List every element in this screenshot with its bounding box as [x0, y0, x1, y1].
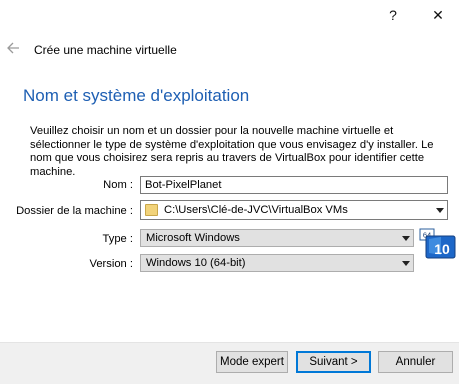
intro-text: Veuillez choisir un nom et un dossier po… — [30, 125, 434, 178]
cancel-label: Annuler — [395, 356, 436, 368]
version-select[interactable]: Windows 10 (64-bit) — [140, 254, 414, 272]
type-select[interactable]: Microsoft Windows — [140, 229, 414, 247]
version-label: Version : — [89, 258, 133, 270]
back-arrow-icon[interactable] — [6, 40, 20, 56]
help-button[interactable]: ? — [378, 2, 408, 28]
next-label: Suivant > — [309, 356, 358, 368]
chevron-down-icon — [399, 255, 413, 271]
folder-icon — [145, 204, 158, 216]
chevron-down-icon — [399, 230, 413, 246]
type-value: Microsoft Windows — [146, 232, 240, 244]
os-version-label: 10 — [434, 241, 450, 257]
folder-label: Dossier de la machine : — [16, 205, 133, 217]
expert-mode-label: Mode expert — [220, 356, 284, 368]
windows-10-64bit-icon: 64 10 — [419, 228, 456, 259]
chevron-down-icon[interactable] — [433, 201, 447, 219]
cancel-button[interactable]: Annuler — [378, 351, 453, 373]
section-heading: Nom et système d'exploitation — [23, 86, 250, 105]
name-label: Nom : — [103, 179, 133, 191]
type-label: Type : — [102, 233, 133, 245]
close-button[interactable]: ✕ — [423, 2, 453, 28]
expert-mode-button[interactable]: Mode expert — [216, 351, 288, 373]
help-label: ? — [389, 7, 397, 23]
window-title: Crée une machine virtuelle — [34, 43, 177, 57]
close-icon: ✕ — [432, 6, 444, 23]
next-button[interactable]: Suivant > — [296, 351, 371, 373]
name-input[interactable]: Bot-PixelPlanet — [140, 176, 448, 194]
folder-path: C:\Users\Clé-de-JVC\VirtualBox VMs — [164, 204, 348, 216]
folder-selector[interactable]: C:\Users\Clé-de-JVC\VirtualBox VMs — [140, 200, 448, 220]
version-value: Windows 10 (64-bit) — [146, 257, 246, 269]
